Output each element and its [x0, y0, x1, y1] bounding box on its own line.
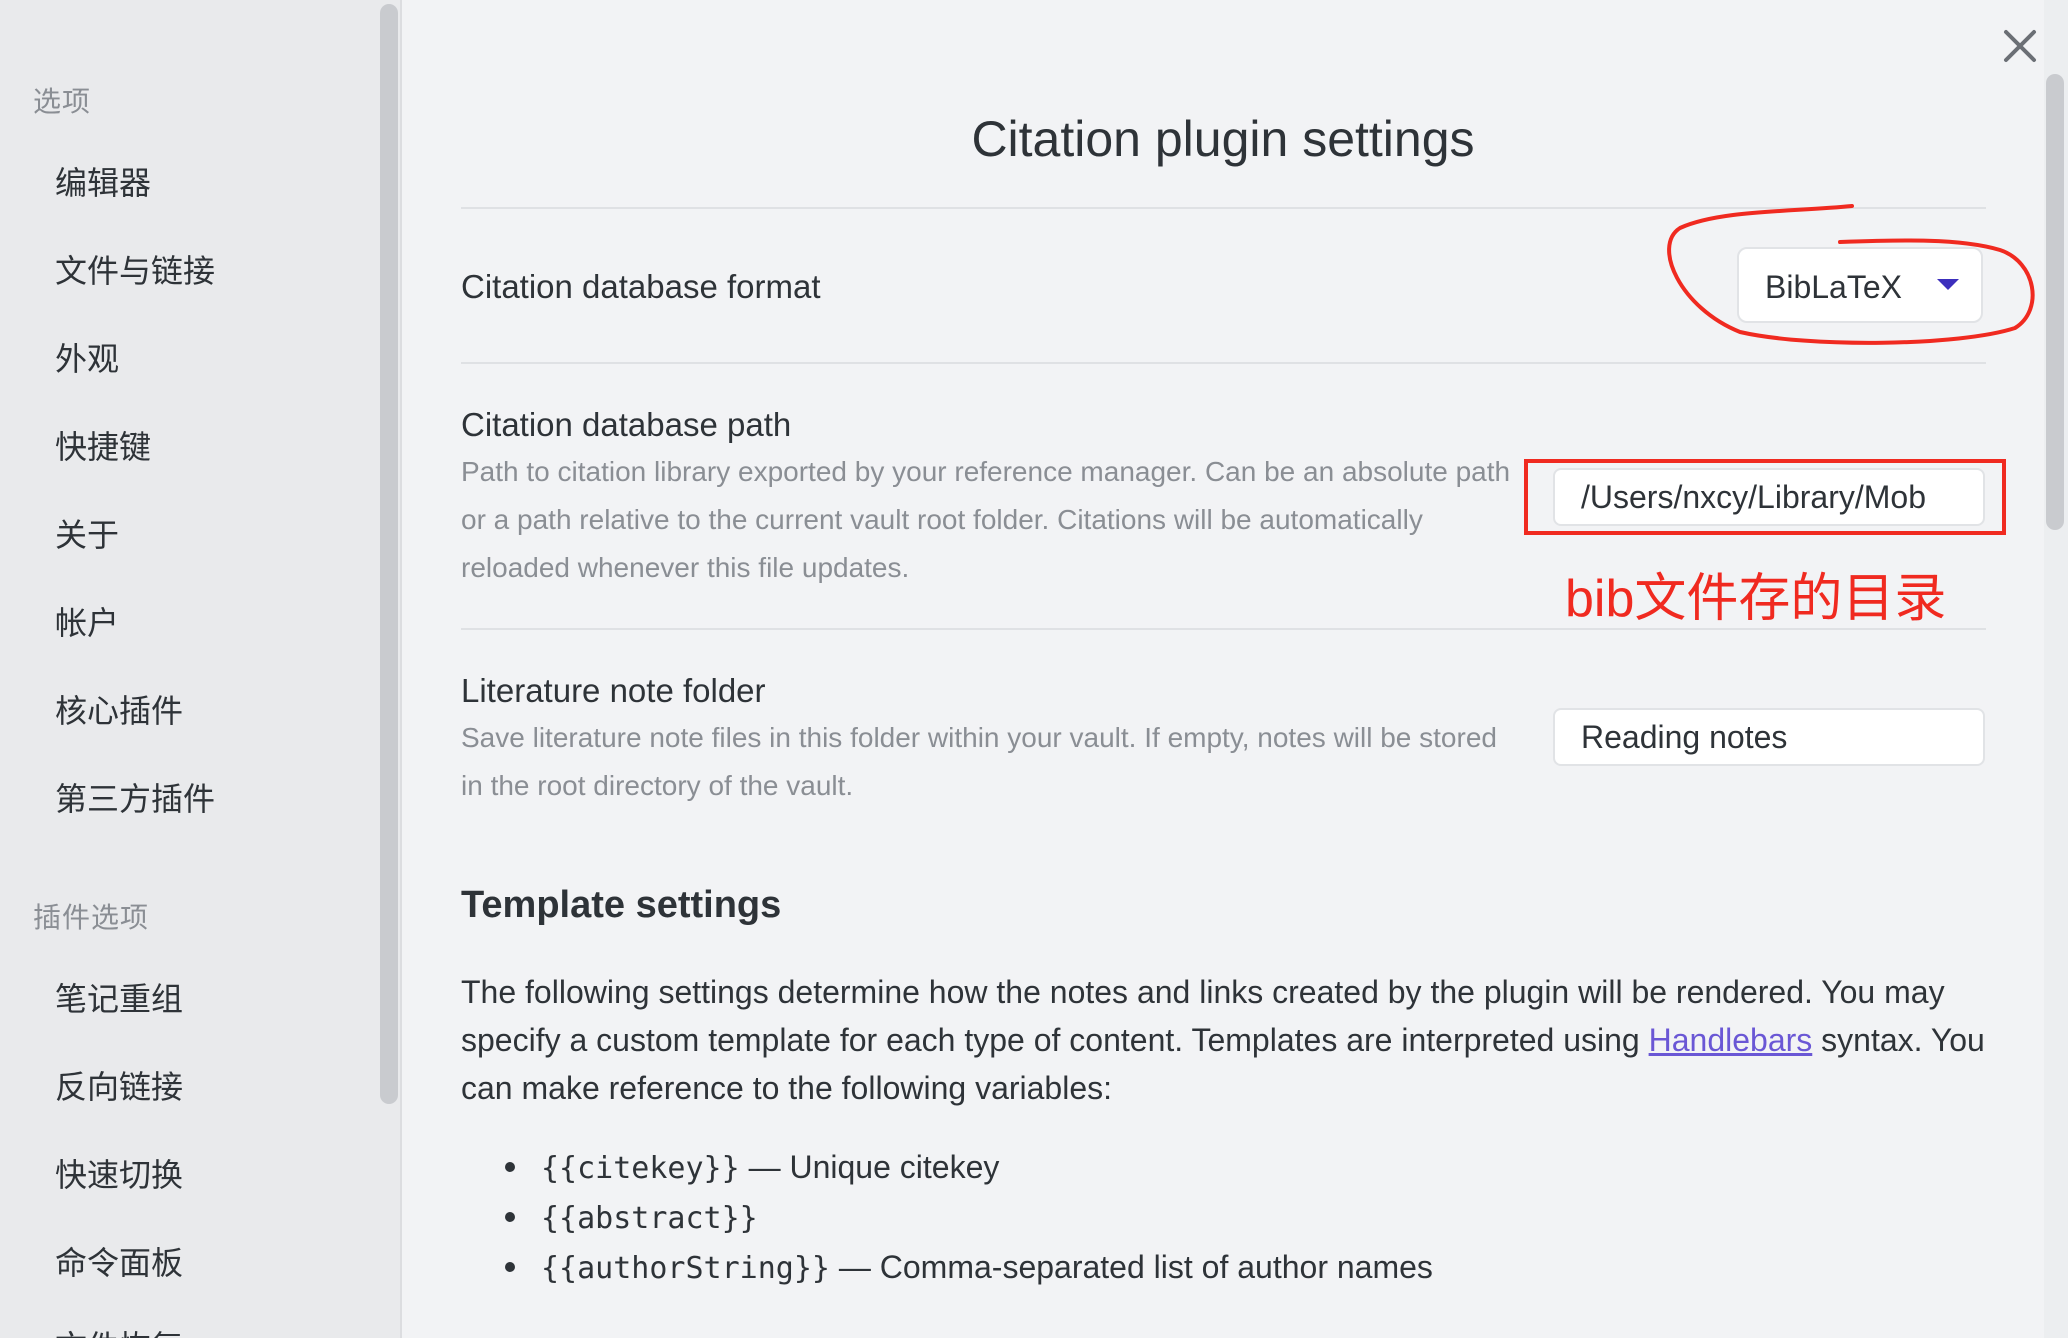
sidebar-item-files-links[interactable]: 文件与链接: [55, 246, 215, 292]
sidebar-item-quick-switcher[interactable]: 快速切换: [55, 1150, 183, 1196]
sidebar-item-core-plugins[interactable]: 核心插件: [55, 686, 183, 732]
sidebar-item-account[interactable]: 帐户: [55, 598, 119, 644]
sidebar-item-about[interactable]: 关于: [55, 510, 119, 556]
handlebars-link[interactable]: Handlebars: [1649, 1022, 1813, 1058]
variable-desc: — Comma-separated list of author names: [829, 1249, 1433, 1285]
annotation-box: [1524, 459, 2006, 535]
variable-code: {{authorString}}: [541, 1251, 830, 1286]
annotation-circle: [1667, 204, 2035, 345]
settings-window: 选项 编辑器 文件与链接 外观 快捷键 关于 帐户 核心插件 第三方插件 插件选…: [0, 0, 2068, 1338]
sidebar-item-command-palette[interactable]: 命令面板: [55, 1238, 183, 1284]
sidebar-item-hotkeys[interactable]: 快捷键: [55, 422, 151, 468]
variable-code: {{abstract}}: [541, 1201, 758, 1236]
settings-sidebar: 选项 编辑器 文件与链接 外观 快捷键 关于 帐户 核心插件 第三方插件 插件选…: [0, 0, 378, 1338]
sidebar-scrollbar[interactable]: [378, 0, 400, 1338]
divider: [461, 628, 1986, 630]
bullet-icon: [505, 1212, 515, 1222]
template-variable-list: {{citekey}} — Unique citekey {{abstract}…: [461, 1142, 1433, 1292]
list-item: {{authorString}} — Comma-separated list …: [461, 1242, 1433, 1292]
setting-desc-database-path: Path to citation library exported by you…: [461, 456, 1511, 583]
sidebar-item-backlinks[interactable]: 反向链接: [55, 1062, 183, 1108]
sidebar-item-note-composer[interactable]: 笔记重组: [55, 974, 183, 1020]
sidebar-scrollbar-thumb[interactable]: [380, 4, 398, 1104]
setting-name-database-path: Citation database path: [461, 406, 792, 443]
page-title: Citation plugin settings: [971, 111, 1475, 167]
note-folder-input[interactable]: [1553, 708, 1985, 766]
list-item: {{abstract}}: [461, 1192, 1433, 1242]
setting-desc-note-folder: Save literature note files in this folde…: [461, 722, 1497, 801]
list-item: {{citekey}} — Unique citekey: [461, 1142, 1433, 1192]
sidebar-item-community-plugins[interactable]: 第三方插件: [55, 774, 215, 820]
bullet-icon: [505, 1162, 515, 1172]
section-heading-template: Template settings: [461, 884, 782, 926]
sidebar-item-file-recovery[interactable]: 文件恢复: [55, 1322, 183, 1338]
sidebar-item-appearance[interactable]: 外观: [55, 334, 119, 380]
bullet-icon: [505, 1262, 515, 1272]
variable-desc: — Unique citekey: [739, 1149, 1000, 1185]
variable-code: {{citekey}}: [541, 1151, 740, 1186]
divider: [461, 362, 1986, 364]
annotation-label: bib文件存的目录: [1565, 570, 1947, 628]
template-description: The following settings determine how the…: [461, 968, 1991, 1112]
close-button[interactable]: [2000, 26, 2040, 66]
sidebar-item-editor[interactable]: 编辑器: [55, 158, 151, 204]
sidebar-heading-plugin-options: 插件选项: [33, 902, 150, 933]
close-icon: [2004, 30, 2036, 62]
setting-name-database-format: Citation database format: [461, 268, 821, 305]
content-scrollbar-thumb[interactable]: [2046, 74, 2064, 530]
sidebar-heading-options: 选项: [33, 86, 92, 117]
setting-name-note-folder: Literature note folder: [461, 672, 766, 709]
